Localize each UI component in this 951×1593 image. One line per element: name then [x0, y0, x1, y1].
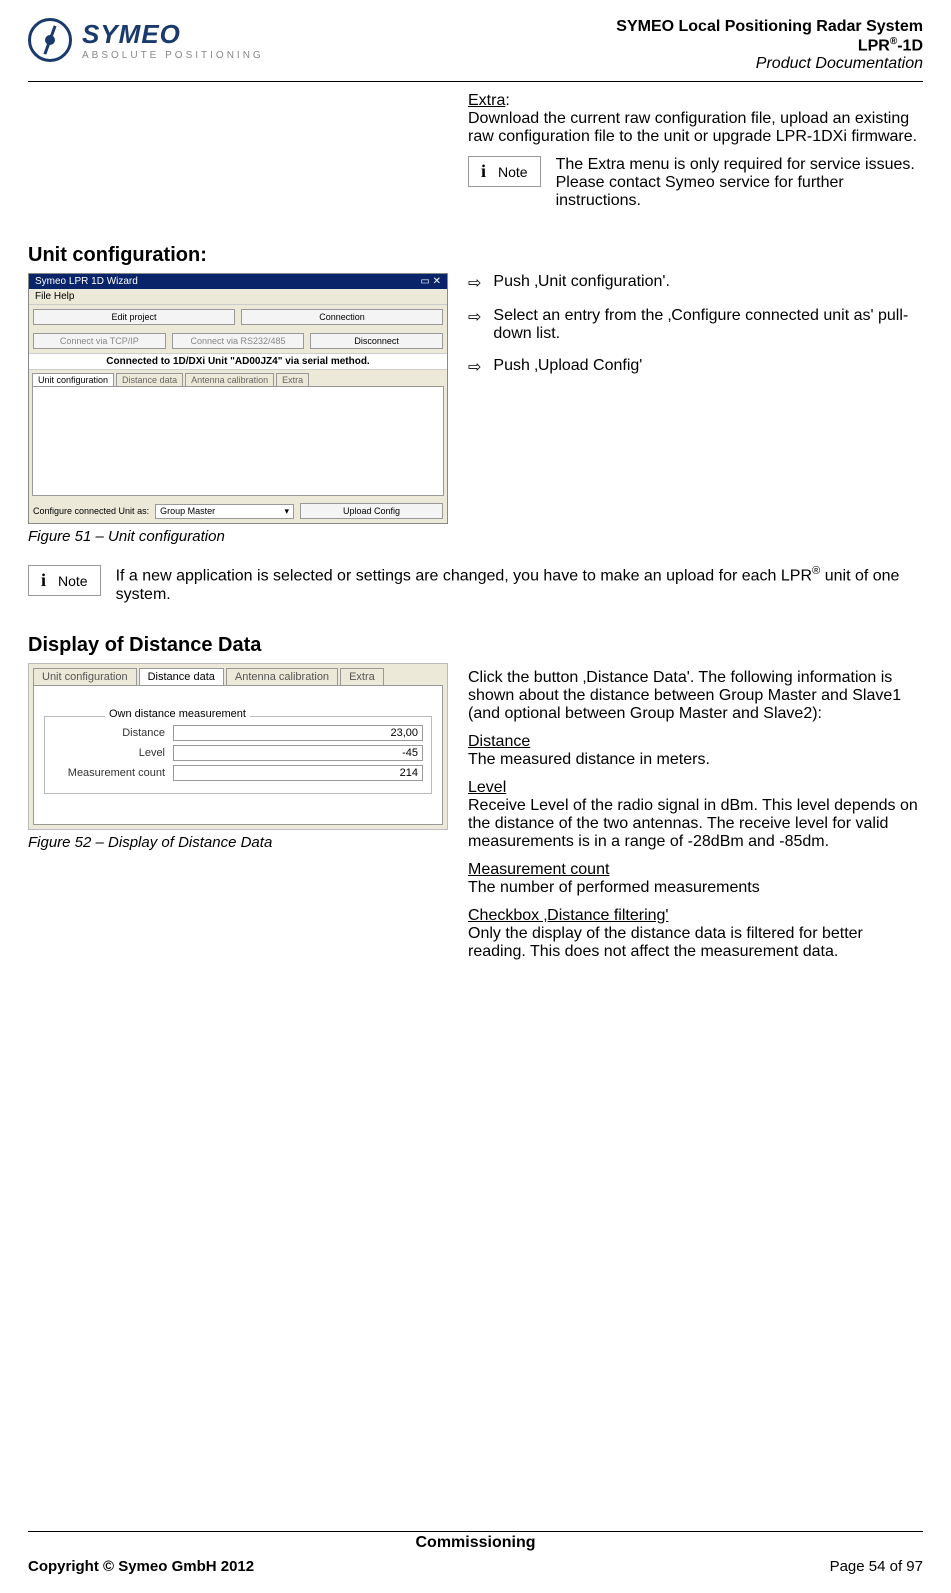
- configure-unit-select[interactable]: Group Master ▾: [155, 504, 294, 519]
- chevron-down-icon: ▾: [285, 506, 290, 517]
- page-footer: Commissioning Copyright © Symeo GmbH 201…: [28, 1531, 923, 1575]
- unit-config-note: If a new application is selected or sett…: [116, 565, 923, 603]
- extra-note-text: The Extra menu is only required for serv…: [556, 156, 923, 210]
- page-header: SYMEO ABSOLUTE POSITIONING SYMEO Local P…: [28, 18, 923, 82]
- def-measurement-count: Measurement count The number of performe…: [468, 861, 923, 897]
- info-icon: i: [481, 161, 486, 182]
- tab-distance-data[interactable]: Distance data: [139, 668, 224, 685]
- extra-heading: Extra: [468, 92, 505, 109]
- tab-unit-config[interactable]: Unit configuration: [32, 373, 114, 386]
- logo: SYMEO ABSOLUTE POSITIONING: [28, 18, 264, 62]
- edit-project-button[interactable]: Edit project: [33, 309, 235, 325]
- note-label: Note: [498, 164, 528, 180]
- info-icon: i: [41, 570, 46, 591]
- def-level: Level Receive Level of the radio signal …: [468, 779, 923, 851]
- def-distance-filtering: Checkbox ‚Distance filtering' Only the d…: [468, 907, 923, 961]
- wizard-screenshot: Symeo LPR 1D Wizard ▭ ✕ File Help Edit p…: [28, 273, 448, 524]
- arrow-icon: ⇨: [468, 357, 481, 377]
- logo-icon: [28, 18, 72, 62]
- logo-name: SYMEO: [82, 19, 264, 50]
- footer-copyright: Copyright © Symeo GmbH 2012: [28, 1558, 254, 1575]
- configure-unit-label: Configure connected Unit as:: [33, 506, 149, 516]
- distance-value: 23,00: [173, 725, 423, 741]
- tab-antenna-calib[interactable]: Antenna calibration: [226, 668, 338, 685]
- wizard-title: Symeo LPR 1D Wizard: [35, 276, 138, 287]
- unit-config-heading: Unit configuration:: [28, 244, 923, 267]
- measurement-count-label: Measurement count: [53, 767, 173, 779]
- distance-group-title: Own distance measurement: [105, 708, 250, 720]
- level-label: Level: [53, 747, 173, 759]
- measurement-count-value: 214: [173, 765, 423, 781]
- header-titles: SYMEO Local Positioning Radar System LPR…: [616, 18, 923, 73]
- tab-extra[interactable]: Extra: [276, 373, 309, 386]
- connection-button[interactable]: Connection: [241, 309, 443, 325]
- extra-heading-line: Extra:: [468, 92, 923, 110]
- distance-label: Distance: [53, 727, 173, 739]
- header-title-2: LPR®-1D: [616, 36, 923, 55]
- list-item: ⇨ Push ‚Unit configuration'.: [468, 273, 923, 293]
- def-distance: Distance The measured distance in meters…: [468, 733, 923, 769]
- header-title-3: Product Documentation: [616, 55, 923, 73]
- figure-52-caption: Figure 52 – Display of Distance Data: [28, 834, 448, 851]
- footer-section: Commissioning: [28, 1531, 923, 1552]
- wizard-status: Connected to 1D/DXi Unit "AD00JZ4" via s…: [29, 353, 447, 370]
- tab-unit-config[interactable]: Unit configuration: [33, 668, 137, 685]
- distance-heading: Display of Distance Data: [28, 634, 923, 657]
- window-controls-icon: ▭ ✕: [420, 276, 441, 287]
- footer-page: Page 54 of 97: [830, 1558, 923, 1575]
- unit-config-steps: ⇨ Push ‚Unit configuration'. ⇨ Select an…: [468, 273, 923, 377]
- distance-panel-screenshot: Unit configuration Distance data Antenna…: [28, 663, 448, 830]
- note-box: i Note: [28, 565, 101, 596]
- level-value: -45: [173, 745, 423, 761]
- tab-extra[interactable]: Extra: [340, 668, 384, 685]
- connect-tcp-button[interactable]: Connect via TCP/IP: [33, 333, 166, 349]
- extra-text: Download the current raw configuration f…: [468, 110, 923, 146]
- note-label: Note: [58, 573, 88, 589]
- tab-antenna-calib[interactable]: Antenna calibration: [185, 373, 274, 386]
- figure-51-caption: Figure 51 – Unit configuration: [28, 528, 448, 545]
- arrow-icon: ⇨: [468, 273, 481, 293]
- header-title-1: SYMEO Local Positioning Radar System: [616, 18, 923, 36]
- connect-rs-button[interactable]: Connect via RS232/485: [172, 333, 305, 349]
- upload-config-button[interactable]: Upload Config: [300, 503, 443, 519]
- arrow-icon: ⇨: [468, 307, 481, 343]
- list-item: ⇨ Select an entry from the ‚Configure co…: [468, 307, 923, 343]
- disconnect-button[interactable]: Disconnect: [310, 333, 443, 349]
- distance-intro: Click the button ‚Distance Data'. The fo…: [468, 669, 923, 723]
- list-item: ⇨ Push ‚Upload Config': [468, 357, 923, 377]
- wizard-menu: File Help: [29, 289, 447, 305]
- tab-distance-data[interactable]: Distance data: [116, 373, 183, 386]
- note-box: i Note: [468, 156, 541, 187]
- logo-tagline: ABSOLUTE POSITIONING: [82, 50, 264, 61]
